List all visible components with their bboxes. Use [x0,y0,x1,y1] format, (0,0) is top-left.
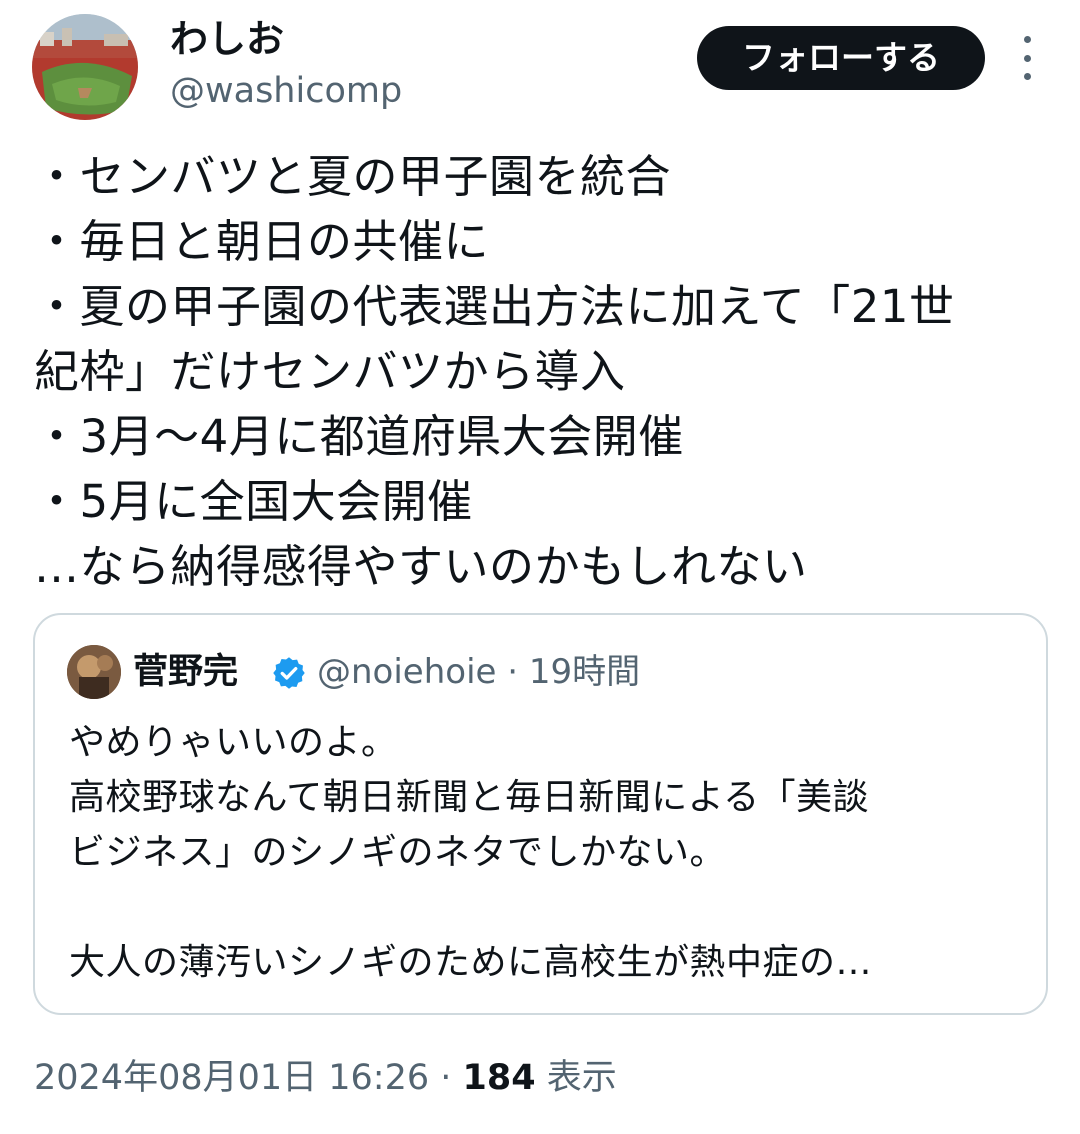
views-label: 表示 [535,1058,617,1098]
tweet-text-line: ・5月に全国大会開催 [34,475,473,528]
meta-separator: · [429,1058,463,1098]
tweet-text-line: …なら納得感得やすいのかもしれない [34,540,808,593]
quoted-tweet-card[interactable]: 菅野完 @noiehoie · 19時間 やめりゃいいのよ。 高校野球なんて朝日… [33,613,1048,1015]
quoted-text-line: ビジネス」のシノギのネタでしかない。 [69,832,727,873]
quoted-author-display-name[interactable]: 菅野完 [133,647,238,697]
tweet-timestamp[interactable]: 2024年08月01日 16:26 [34,1058,429,1098]
quoted-author-avatar-icon [67,645,121,699]
author-avatar[interactable] [32,14,138,120]
author-display-name[interactable]: わしお [170,14,284,64]
tweet-meta: 2024年08月01日 16:26 · 184 表示 [34,1052,617,1104]
tweet-text-line: ・夏の甲子園の代表選出方法に加えて「21世 [34,280,955,333]
more-dot [1023,73,1031,80]
verified-badge-icon [273,657,305,689]
quoted-author-handle-time[interactable]: @noiehoie · 19時間 [317,647,640,697]
quoted-text-line: 高校野球なんて朝日新聞と毎日新聞による「美談 [69,777,870,818]
views-count[interactable]: 184 [463,1058,536,1098]
author-handle[interactable]: @washicomp [170,68,402,114]
tweet-text-line: 紀枠」だけセンバツから導入 [34,345,626,398]
quoted-author-avatar[interactable] [67,645,121,699]
tweet-text-line: ・センバツと夏の甲子園を統合 [34,150,672,203]
tweet-text-line: ・3月〜4月に都道府県大会開催 [34,410,684,463]
baseball-stadium-avatar-icon [32,14,138,120]
quoted-text-line [69,880,1029,935]
quoted-text-line: 大人の薄汚いシノギのために高校生が熱中症の… [69,942,873,983]
more-dot [1023,36,1031,43]
quoted-text-line: やめりゃいいのよ。 [69,722,398,763]
follow-button[interactable]: フォローする [697,26,985,90]
tweet: わしお @washicomp フォローする ・センバツと夏の甲子園を統合 ・毎日… [0,0,1080,1134]
more-vertical-icon[interactable] [1012,36,1042,80]
quoted-tweet-text: やめりゃいいのよ。 高校野球なんて朝日新聞と毎日新聞による「美談 ビジネス」のシ… [69,715,1029,990]
tweet-text: ・センバツと夏の甲子園を統合 ・毎日と朝日の共催に ・夏の甲子園の代表選出方法に… [34,144,1044,599]
more-dot [1023,54,1031,62]
tweet-text-line: ・毎日と朝日の共催に [34,215,490,268]
